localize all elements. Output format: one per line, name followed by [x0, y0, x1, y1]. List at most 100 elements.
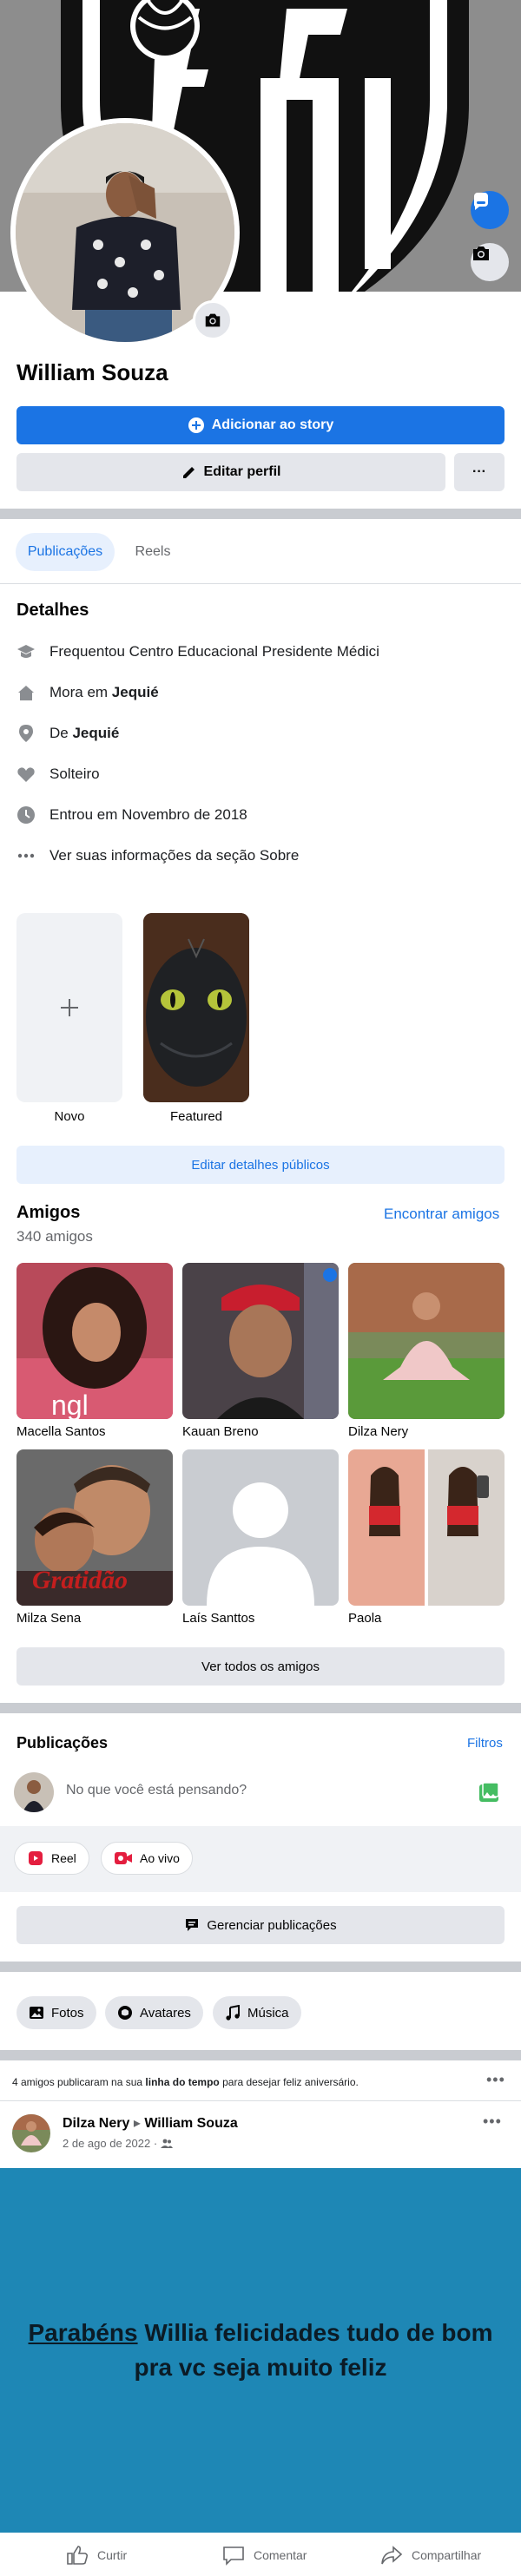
post-message: Willia felicidades tudo de bom pra vc se…: [134, 2319, 493, 2381]
edit-public-details-button[interactable]: Editar detalhes públicos: [16, 1146, 505, 1184]
post-author-avatar[interactable]: [12, 2114, 50, 2152]
thumbs-up-icon: [67, 2546, 89, 2565]
gratitude-overlay-text: Gratidão: [32, 1566, 128, 1594]
add-to-story-button[interactable]: Adicionar ao story: [16, 406, 505, 444]
friend-name: Dilza Nery: [348, 1424, 409, 1439]
reel-button[interactable]: Reel: [14, 1842, 89, 1875]
birthday-summary: 4 amigos publicaram na sua linha do temp…: [12, 2076, 359, 2088]
detail-about-link[interactable]: Ver suas informações da seção Sobre: [16, 843, 299, 869]
detail-joined: Entrou em Novembro de 2018: [16, 802, 247, 828]
friend-card[interactable]: Gratidão Milza Sena: [16, 1449, 173, 1626]
messenger-icon[interactable]: [471, 191, 509, 229]
friend-photo: [348, 1263, 505, 1419]
plus-icon: [61, 999, 78, 1016]
featured-story-card[interactable]: [143, 913, 249, 1102]
tab-posts[interactable]: Publicações: [16, 533, 115, 571]
plus-circle-icon: [188, 417, 204, 433]
friend-photo: Gratidão: [16, 1449, 173, 1606]
detail-education: Frequentou Centro Educacional Presidente…: [16, 639, 379, 665]
comment-button[interactable]: Comentar: [222, 2538, 307, 2573]
post-meta: 2 de ago de 2022 ·: [63, 2137, 174, 2150]
detail-relationship: Solteiro: [16, 761, 100, 787]
friend-card[interactable]: Kauan Breno: [182, 1263, 339, 1439]
comment-icon: [223, 2546, 244, 2566]
more-options-button[interactable]: ···: [454, 453, 505, 491]
detail-lives-in: Mora em Jequié: [16, 680, 159, 706]
photo-upload-icon[interactable]: [478, 1781, 500, 1808]
manage-posts-button[interactable]: Gerenciar publicações: [16, 1906, 505, 1944]
section-divider: [0, 2050, 521, 2060]
detail-from: De Jequié: [16, 720, 119, 746]
friend-card[interactable]: Dilza Nery: [348, 1263, 505, 1439]
profile-name: William Souza: [16, 359, 168, 385]
congrats-text: Parabéns: [28, 2319, 138, 2346]
details-title: Detalhes: [16, 601, 89, 620]
cover-camera-icon[interactable]: [471, 243, 509, 281]
clock-icon: [16, 805, 36, 825]
friend-photo: ngl: [16, 1263, 173, 1419]
friends-title: Amigos: [16, 1203, 81, 1222]
edit-profile-button[interactable]: Editar perfil: [16, 453, 445, 491]
posts-title: Publicações: [16, 1734, 109, 1751]
lives-city-link[interactable]: Jequié: [112, 684, 159, 700]
share-button[interactable]: Compartilhar: [380, 2538, 481, 2573]
add-to-story-label: Adicionar ao story: [211, 417, 334, 432]
summary-more-icon[interactable]: •••: [486, 2071, 505, 2089]
filters-link[interactable]: Filtros: [467, 1736, 503, 1751]
friends-count: 340 amigos: [16, 1228, 93, 1245]
music-note-icon: [226, 2005, 240, 2021]
music-chip[interactable]: Música: [213, 1996, 301, 2029]
profile-page: William Souza Adicionar ao story Editar …: [0, 0, 521, 2576]
like-button[interactable]: Curtir: [66, 2538, 127, 2573]
friend-name: Kauan Breno: [182, 1424, 259, 1439]
post-target-link[interactable]: William Souza: [144, 2116, 237, 2131]
friend-name: Paola: [348, 1611, 382, 1626]
house-icon: [16, 683, 36, 702]
default-avatar-icon: [182, 1449, 339, 1606]
friend-card[interactable]: Paola: [348, 1449, 505, 1626]
ellipsis-icon: [16, 846, 36, 865]
photos-icon: [30, 2007, 43, 2019]
location-pin-icon: [16, 724, 36, 743]
share-arrow-icon: [381, 2546, 403, 2565]
featured-label: Featured: [169, 1109, 223, 1124]
live-button[interactable]: Ao vivo: [101, 1842, 193, 1875]
composer-input[interactable]: No que você está pensando?: [66, 1783, 247, 1798]
speech-bubble-icon: [186, 1919, 199, 1931]
new-featured-card[interactable]: [16, 913, 122, 1102]
pencil-icon: [182, 467, 195, 478]
live-video-icon: [115, 1852, 132, 1864]
post-header: Dilza Nery ▸ William Souza: [63, 2116, 238, 2131]
section-divider: [0, 509, 521, 519]
from-city-link[interactable]: Jequié: [72, 725, 119, 741]
post-more-icon[interactable]: •••: [483, 2113, 502, 2131]
more-dots-icon: ···: [472, 464, 486, 479]
friend-photo: [348, 1449, 505, 1606]
post-author-link[interactable]: Dilza Nery: [63, 2116, 129, 2131]
section-divider: [0, 1703, 521, 1713]
new-featured-label: Novo: [54, 1109, 85, 1124]
heart-icon: [16, 765, 36, 784]
friend-card[interactable]: Laís Santtos: [182, 1449, 339, 1626]
graduation-cap-icon: [16, 642, 36, 661]
friend-card[interactable]: ngl Macella Santos: [16, 1263, 173, 1439]
friend-name: Milza Sena: [16, 1611, 82, 1626]
friend-name: Macella Santos: [16, 1424, 106, 1439]
section-divider: [0, 1962, 521, 1972]
avatars-chip[interactable]: Avatares: [105, 1996, 203, 2029]
birthday-post-content: Parabéns Willia felicidades tudo de bom …: [0, 2168, 521, 2533]
post-date[interactable]: 2 de ago de 2022 ·: [63, 2137, 157, 2150]
composer-avatar[interactable]: [14, 1772, 54, 1812]
profile-camera-icon[interactable]: [193, 300, 233, 340]
toothless-image: [143, 913, 249, 1102]
edit-profile-label: Editar perfil: [203, 464, 281, 479]
post-divider: [0, 2100, 521, 2101]
reel-icon: [29, 1851, 43, 1865]
photos-chip[interactable]: Fotos: [16, 1996, 96, 2029]
svg-text:ngl: ngl: [51, 1390, 89, 1419]
friend-photo: [182, 1263, 339, 1419]
friend-name: Laís Santtos: [182, 1611, 255, 1626]
tab-reels[interactable]: Reels: [129, 533, 177, 571]
find-friends-link[interactable]: Encontrar amigos: [384, 1206, 499, 1223]
see-all-friends-button[interactable]: Ver todos os amigos: [16, 1647, 505, 1686]
